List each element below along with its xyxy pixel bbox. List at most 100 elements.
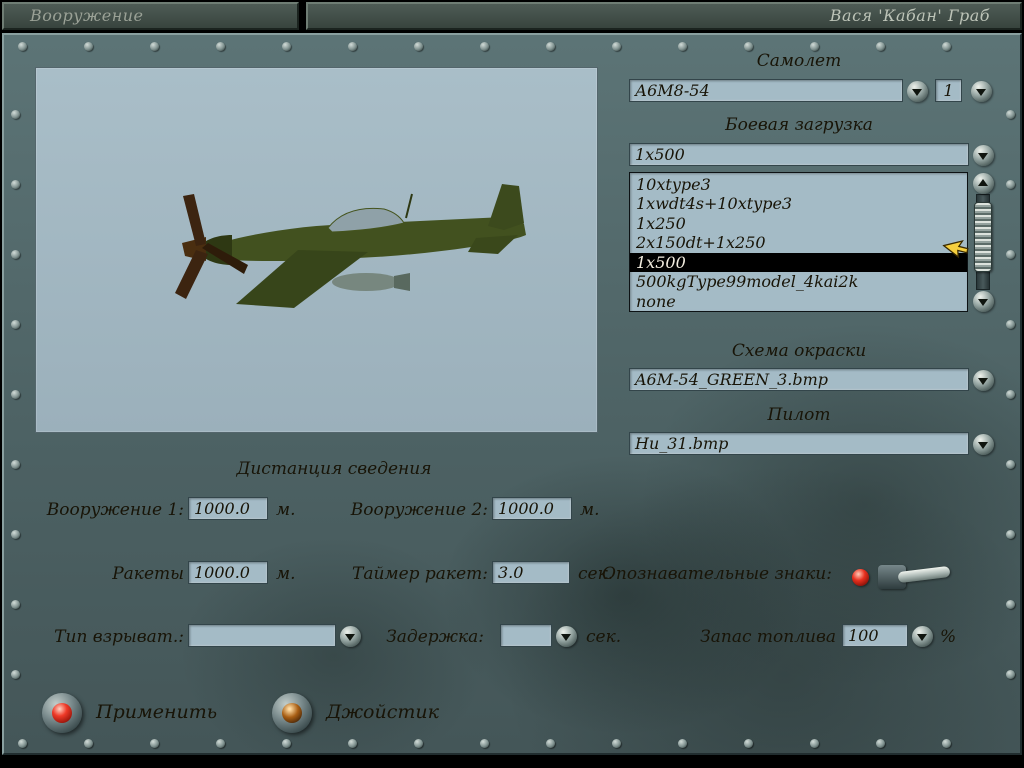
chevron-down-icon xyxy=(555,625,577,647)
player-name: Вася 'Кабан' Граб xyxy=(829,6,990,25)
scroll-down-button[interactable] xyxy=(971,289,995,313)
joystick-button-light xyxy=(282,703,302,723)
paint-dropdown-arrow[interactable] xyxy=(971,368,995,392)
rivet-icon xyxy=(1006,460,1015,469)
rivet-icon xyxy=(282,42,291,51)
markings-label: Опознавательные знаки: xyxy=(602,564,832,584)
delay-unit: сек. xyxy=(586,627,622,647)
pilot-select-value: Hu_31.bmp xyxy=(635,434,729,453)
rivet-icon xyxy=(876,42,885,51)
rivet-icon xyxy=(216,739,225,748)
list-item[interactable]: 1x250 xyxy=(630,214,967,233)
paint-select[interactable]: A6M-54_GREEN_3.bmp xyxy=(629,368,969,391)
fuel-unit: % xyxy=(940,627,957,647)
rivet-icon xyxy=(216,42,225,51)
rivet-icon xyxy=(1006,110,1015,119)
rivet-icon xyxy=(18,42,27,51)
rivet-icon xyxy=(18,739,27,748)
list-item[interactable]: none xyxy=(630,292,967,311)
aircraft-select[interactable]: А6М8-54 xyxy=(629,79,903,102)
rivet-icon xyxy=(678,42,687,51)
aircraft-preview xyxy=(35,67,598,433)
rivet-icon xyxy=(11,110,20,119)
list-item[interactable]: 10xtype3 xyxy=(630,175,967,194)
loadout-section-label: Боевая загрузка xyxy=(725,115,873,135)
joystick-button[interactable] xyxy=(272,693,312,733)
rivet-icon xyxy=(11,530,20,539)
paint-section-label: Схема окраски xyxy=(731,341,867,361)
rivet-icon xyxy=(942,739,951,748)
chevron-down-icon xyxy=(972,290,994,312)
fuze-type-arrow[interactable] xyxy=(338,624,362,648)
rivet-icon xyxy=(1006,320,1015,329)
list-item-selected[interactable]: 1x500 xyxy=(630,252,967,273)
aircraft-count-field[interactable]: 1 xyxy=(935,79,962,102)
chevron-down-icon xyxy=(906,80,928,102)
convergence-title: Дистанция сведения xyxy=(236,459,432,479)
fuze-type-select[interactable] xyxy=(188,624,336,647)
rivet-icon xyxy=(11,460,20,469)
aircraft-select-value: А6М8-54 xyxy=(635,81,710,100)
rivet-icon xyxy=(1006,180,1015,189)
rivet-icon xyxy=(150,739,159,748)
fuze-type-label: Тип взрыват.: xyxy=(54,627,184,647)
rivet-icon xyxy=(810,739,819,748)
delay-label: Задержка: xyxy=(386,627,484,647)
markings-toggle[interactable] xyxy=(840,553,956,603)
loadout-dropdown-arrow[interactable] xyxy=(971,143,995,167)
header-player-bar: Вася 'Кабан' Граб xyxy=(306,2,1022,30)
chevron-down-icon xyxy=(911,625,933,647)
pilot-section-label: Пилот xyxy=(767,405,831,425)
rivet-icon xyxy=(348,739,357,748)
aircraft-section-label: Самолет xyxy=(756,51,842,71)
rivet-icon xyxy=(744,42,753,51)
pilot-select[interactable]: Hu_31.bmp xyxy=(629,432,969,455)
aircraft-dropdown-arrow[interactable] xyxy=(905,79,929,103)
rivet-icon xyxy=(612,739,621,748)
rockets-unit: м. xyxy=(276,564,296,584)
paint-select-value: A6M-54_GREEN_3.bmp xyxy=(635,370,828,389)
list-item[interactable]: 500kgType99model_4kai2k xyxy=(630,272,967,291)
rivet-icon xyxy=(11,250,20,259)
rivet-icon xyxy=(546,42,555,51)
fuel-arrow[interactable] xyxy=(910,624,934,648)
rocket-timer-input[interactable] xyxy=(492,561,570,584)
rivet-icon xyxy=(84,739,93,748)
weapon2-unit: м. xyxy=(580,500,600,520)
rivet-icon xyxy=(348,42,357,51)
joystick-button-label: Джойстик xyxy=(326,701,439,723)
rivet-icon xyxy=(1006,250,1015,259)
list-item[interactable]: 2x150dt+1x250 xyxy=(630,233,967,252)
apply-button-label: Применить xyxy=(96,701,218,723)
rivet-icon xyxy=(11,600,20,609)
delay-arrow[interactable] xyxy=(554,624,578,648)
delay-input[interactable] xyxy=(500,624,552,647)
rivet-icon xyxy=(810,42,819,51)
fuel-input[interactable] xyxy=(842,624,908,647)
rockets-input[interactable] xyxy=(188,561,268,584)
scroll-up-button[interactable] xyxy=(971,171,995,195)
weapon1-input[interactable] xyxy=(188,497,268,520)
apply-button[interactable] xyxy=(42,693,82,733)
list-item[interactable]: 1xwdt4s+10xtype3 xyxy=(630,194,967,213)
rivet-icon xyxy=(11,390,20,399)
main-panel: Самолет А6М8-54 1 Боевая загрузка 1x500 … xyxy=(2,33,1022,755)
chevron-down-icon xyxy=(972,144,994,166)
weapon2-input[interactable] xyxy=(492,497,572,520)
toggle-red-button[interactable] xyxy=(852,569,869,586)
aircraft-image xyxy=(175,184,526,308)
chevron-down-icon xyxy=(339,625,361,647)
loadout-listbox: 10xtype3 1xwdt4s+10xtype3 1x250 2x150dt+… xyxy=(629,172,968,312)
rivet-icon xyxy=(546,739,555,748)
rockets-label: Ракеты xyxy=(112,564,184,584)
rivet-icon xyxy=(84,42,93,51)
rivet-icon xyxy=(942,42,951,51)
rivet-icon xyxy=(1006,530,1015,539)
loadout-select[interactable]: 1x500 xyxy=(629,143,969,166)
pilot-dropdown-arrow[interactable] xyxy=(971,432,995,456)
header-screen-title-bar: Вооружение xyxy=(2,2,299,30)
aircraft-count-value: 1 xyxy=(943,81,954,100)
scrollbar-thumb[interactable] xyxy=(974,202,992,272)
aircraft-count-arrow[interactable] xyxy=(969,79,993,103)
rivet-icon xyxy=(414,739,423,748)
